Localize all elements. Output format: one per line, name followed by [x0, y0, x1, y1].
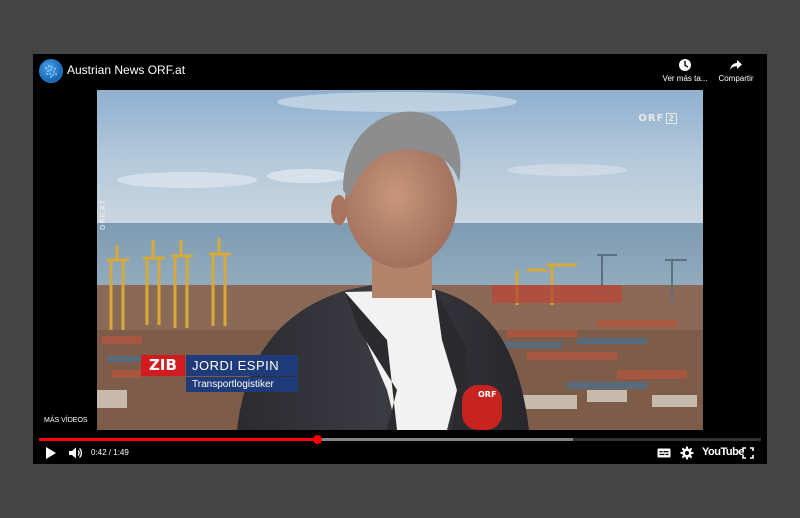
volume-icon [69, 447, 83, 459]
clock-icon [679, 59, 691, 71]
share-label: Compartir [718, 74, 754, 83]
channel-title[interactable]: Austrian News ORF.at [67, 63, 185, 77]
volume-button[interactable] [68, 446, 83, 460]
globe-icon [45, 65, 57, 78]
subtitles-icon [657, 448, 671, 458]
mic-logo: ORF [478, 390, 497, 399]
watch-later-label: Ver más ta... [662, 74, 708, 83]
settings-button[interactable] [680, 446, 694, 460]
progress-bar[interactable] [39, 435, 761, 444]
broadcaster-bug: ORF 2 [638, 113, 677, 124]
play-icon [46, 447, 56, 459]
person-role: Transportlogistiker [186, 377, 298, 392]
youtube-logo[interactable]: YouTube [702, 446, 744, 458]
video-frame[interactable]: ORF 2 ORF.AT ZIB JORDI ESPIN Transportlog… [97, 90, 703, 430]
side-watermark: ORF.AT [100, 199, 107, 230]
fullscreen-icon [742, 447, 754, 459]
share-arrow-icon [730, 60, 742, 70]
broadcaster-bug-text: ORF [638, 113, 665, 124]
progress-played [39, 438, 317, 441]
show-tag: ZIB [141, 355, 185, 376]
time-display: 0:42 / 1:49 [91, 448, 129, 457]
fullscreen-button[interactable] [742, 446, 754, 460]
more-videos-button[interactable]: MÁS VÍDEOS [44, 417, 88, 424]
gear-icon [680, 446, 694, 460]
channel-avatar[interactable] [39, 59, 63, 83]
progress-scrubber[interactable] [312, 435, 322, 444]
broadcaster-channel: 2 [666, 113, 677, 124]
share-button[interactable]: Compartir [706, 58, 766, 83]
play-button[interactable] [45, 446, 57, 460]
person-name: JORDI ESPIN [186, 355, 298, 376]
video-player[interactable]: Austrian News ORF.at Ver más ta... Compa… [33, 54, 767, 464]
subtitles-button[interactable] [657, 446, 671, 460]
